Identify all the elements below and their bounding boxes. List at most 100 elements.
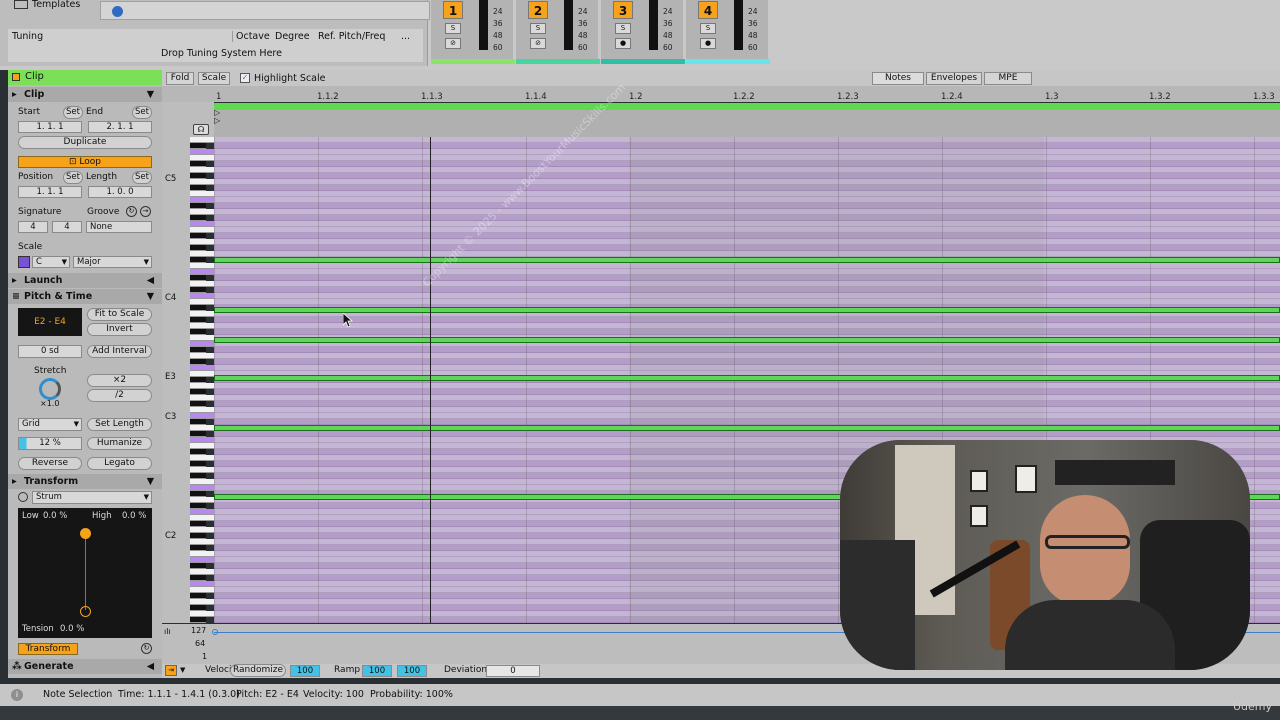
status-bar: i Note Selection Time: 1.1.1 - 1.4.1 (0.…: [0, 684, 1280, 706]
arm-button-2[interactable]: ⊘: [530, 38, 546, 49]
groove-select[interactable]: None: [86, 221, 152, 233]
midi-note[interactable]: [214, 257, 1280, 263]
grid-select[interactable]: Grid ▼: [18, 418, 82, 431]
track-activator-2[interactable]: 2: [528, 1, 548, 19]
track-activator-3[interactable]: 3: [613, 1, 633, 19]
generate-section-header[interactable]: ⁂ Generate ◀: [8, 659, 162, 674]
stretch-double-button[interactable]: ×2: [87, 374, 152, 387]
invert-button[interactable]: Invert: [87, 323, 152, 336]
tuning-menu-icon[interactable]: ...: [401, 31, 410, 42]
info-icon[interactable]: i: [11, 689, 23, 701]
scale-root-select[interactable]: C ▼: [32, 256, 70, 268]
randomize-button[interactable]: Randomize: [230, 664, 286, 677]
add-interval-button[interactable]: Add Interval: [87, 345, 152, 358]
clip-section-header[interactable]: ▸ Clip ▼: [8, 87, 162, 102]
legato-button[interactable]: Legato: [87, 457, 152, 470]
beat-ruler[interactable]: 1 1.1.2 1.1.3 1.1.4 1.2 1.2.2 1.2.3 1.2.…: [162, 86, 1280, 102]
signature-numerator[interactable]: 4: [18, 221, 48, 233]
start-field[interactable]: 1. 1. 1: [18, 121, 82, 133]
duplicate-button[interactable]: Duplicate: [18, 136, 152, 149]
preview-headphones-icon[interactable]: ☊: [193, 124, 209, 135]
randomize-amount[interactable]: 100: [290, 665, 320, 677]
midi-note[interactable]: [214, 307, 1280, 313]
chevron-down-icon[interactable]: ▼: [180, 666, 185, 674]
midi-note[interactable]: [214, 337, 1280, 343]
transform-section-header[interactable]: ▸ Transform ▼: [8, 474, 162, 489]
length-set-button[interactable]: Set: [132, 171, 152, 184]
scale-mode-icon[interactable]: [18, 256, 30, 268]
velocity-handle[interactable]: [212, 629, 218, 635]
strum-editor[interactable]: Low 0.0 % High 0.0 % Tension 0.0 %: [18, 508, 152, 638]
humanize-button[interactable]: Humanize: [87, 437, 152, 450]
groove-hot-swap-icon[interactable]: ↻: [126, 206, 137, 217]
strum-line: [85, 538, 86, 610]
end-field[interactable]: 2. 1. 1: [88, 121, 152, 133]
loop-brace[interactable]: [214, 103, 1280, 110]
low-value[interactable]: 0.0 %: [43, 511, 67, 521]
transform-button[interactable]: Transform: [18, 643, 78, 655]
solo-button-2[interactable]: S: [530, 23, 546, 34]
strum-high-handle[interactable]: [80, 528, 91, 539]
pitch-time-section-header[interactable]: ≡ Pitch & Time ▼: [8, 289, 162, 304]
humanize-amount[interactable]: 12 %: [18, 437, 82, 450]
templates-dropdown[interactable]: [100, 1, 430, 20]
drop-tuning-zone[interactable]: Drop Tuning System Here: [8, 46, 423, 62]
scale-button[interactable]: Scale: [198, 72, 230, 85]
arm-button-4[interactable]: ●: [700, 38, 716, 49]
collapse-icon[interactable]: ▼: [147, 87, 154, 102]
end-marker-icon[interactable]: ▷: [214, 116, 220, 125]
collapse-icon[interactable]: ▼: [147, 289, 154, 304]
scale-mode-select[interactable]: Major ▼: [73, 256, 152, 268]
midi-note[interactable]: [214, 375, 1280, 381]
chevron-down-icon: ▼: [143, 258, 149, 266]
auto-transform-icon[interactable]: ↻: [141, 643, 152, 654]
set-length-button[interactable]: Set Length: [87, 418, 152, 431]
high-value[interactable]: 0.0 %: [122, 511, 146, 521]
solo-button-4[interactable]: S: [700, 23, 716, 34]
tension-value[interactable]: 0.0 %: [60, 624, 84, 634]
arm-button-3[interactable]: ●: [615, 38, 631, 49]
groove-commit-icon[interactable]: →: [140, 206, 151, 217]
lane-toggle-icon[interactable]: ⇥: [165, 665, 177, 676]
position-field[interactable]: 1. 1. 1: [18, 186, 82, 198]
position-set-button[interactable]: Set: [63, 171, 83, 184]
solo-button-3[interactable]: S: [615, 23, 631, 34]
highlight-checkbox[interactable]: ✓: [240, 73, 250, 83]
loop-label: Loop: [79, 157, 101, 167]
tab-mpe[interactable]: MPE: [984, 72, 1032, 85]
loop-button[interactable]: ⊡ Loop: [18, 156, 152, 168]
transform-select[interactable]: Strum ▼: [32, 491, 152, 504]
deviation-field[interactable]: 0: [486, 665, 540, 677]
solo-button-1[interactable]: S: [445, 23, 461, 34]
track-activator-4[interactable]: 4: [698, 1, 718, 19]
track-activator-1[interactable]: 1: [443, 1, 463, 19]
midi-note[interactable]: [214, 425, 1280, 431]
stretch-half-button[interactable]: /2: [87, 389, 152, 402]
end-set-button[interactable]: Set: [132, 106, 152, 119]
start-set-button[interactable]: Set: [63, 106, 83, 119]
fold-button[interactable]: Fold: [166, 72, 194, 85]
launch-section-header[interactable]: ▸ Launch ◀: [8, 273, 162, 288]
power-icon[interactable]: [18, 492, 28, 502]
clip-header[interactable]: Clip: [8, 70, 162, 85]
reverse-button[interactable]: Reverse: [18, 457, 82, 470]
strum-low-handle[interactable]: [80, 606, 91, 617]
tab-notes[interactable]: Notes: [872, 72, 924, 85]
strum-value: Strum: [36, 492, 62, 502]
start-end-markers[interactable]: ▷ ▷: [214, 108, 1280, 137]
signature-denominator[interactable]: 4: [52, 221, 82, 233]
arm-button-1[interactable]: ⊘: [445, 38, 461, 49]
ramp-end[interactable]: 100: [397, 665, 427, 677]
piano-keyboard[interactable]: [190, 137, 214, 623]
ramp-start[interactable]: 100: [362, 665, 392, 677]
transpose-field[interactable]: 0 sd: [18, 345, 82, 358]
length-field[interactable]: 1. 0. 0: [88, 186, 152, 198]
tab-envelopes[interactable]: Envelopes: [926, 72, 982, 85]
fit-to-scale-button[interactable]: Fit to Scale: [87, 308, 152, 321]
expand-icon[interactable]: ◀: [147, 659, 154, 674]
expand-icon[interactable]: ◀: [147, 273, 154, 288]
tuning-toggle-icon[interactable]: [112, 6, 123, 17]
black-key[interactable]: [190, 617, 206, 623]
collapse-icon[interactable]: ▼: [147, 474, 154, 489]
stretch-knob[interactable]: [39, 378, 61, 400]
